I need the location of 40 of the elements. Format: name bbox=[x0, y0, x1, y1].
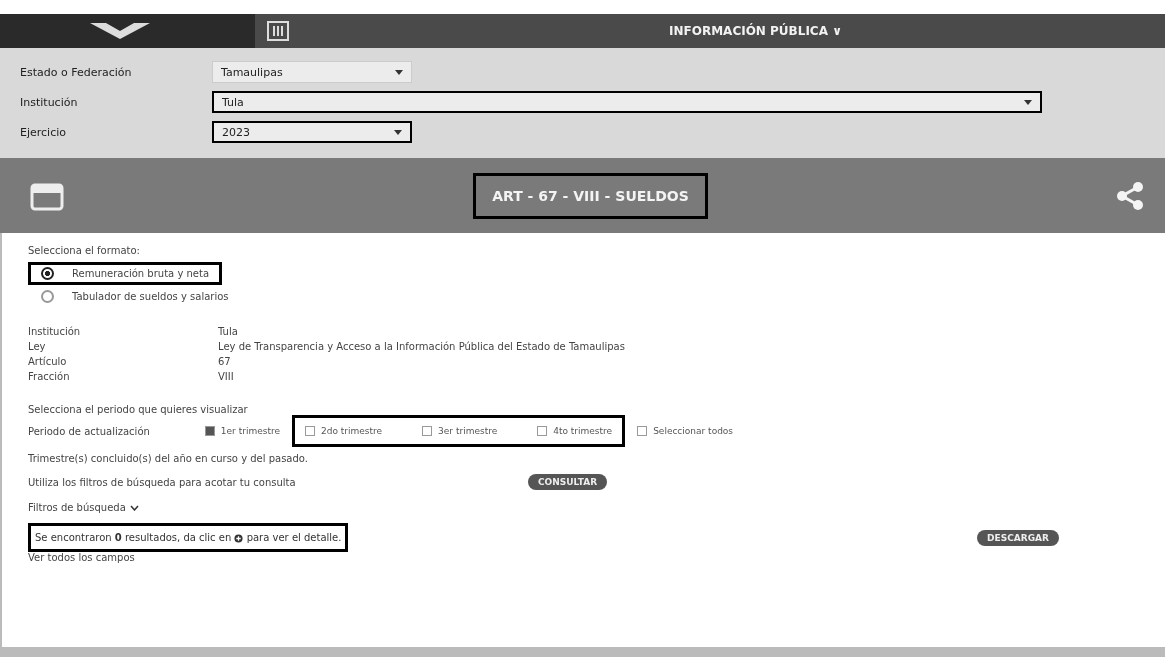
query-hint: Utiliza los filtros de búsqueda para acotar tu consulta bbox=[28, 476, 297, 488]
logo-icon bbox=[90, 21, 150, 41]
select-field[interactable]: Tula bbox=[212, 91, 1042, 113]
results-message: Se encontraron 0 resultados, da clic en para ver el detalle. bbox=[28, 523, 349, 552]
period-checkbox[interactable]: 1er trimestre bbox=[204, 426, 280, 436]
filter-label: Institución bbox=[20, 95, 79, 109]
format-prompt: Selecciona el formato: bbox=[28, 245, 141, 256]
period-checkbox[interactable]: 2do trimestre bbox=[304, 426, 383, 436]
detail-value: Ley de Transparencia y Acceso a la Información Pública del Estado de Tamaulipas bbox=[218, 341, 626, 352]
information-menu[interactable]: INFORMACIÓN PÚBLICA ∨ bbox=[669, 24, 842, 38]
chevron-down-icon bbox=[395, 69, 403, 75]
search-filters-toggle[interactable]: Filtros de búsqueda bbox=[28, 502, 126, 513]
share-icon[interactable] bbox=[1117, 181, 1143, 210]
format-radio-option[interactable]: Tabulador de sueldos y salarios bbox=[28, 285, 242, 308]
period-prompt: Selecciona el periodo que quieres visualizar bbox=[28, 404, 248, 415]
period-checkbox[interactable]: 4to trimestre bbox=[537, 426, 613, 436]
plus-circle-icon bbox=[234, 533, 244, 543]
select-field[interactable]: Tamaulipas bbox=[212, 61, 412, 83]
period-checkbox[interactable]: Seleccionar todos bbox=[637, 426, 734, 436]
consult-button[interactable]: CONSULTAR bbox=[528, 474, 608, 490]
select-field[interactable]: 2023 bbox=[212, 121, 412, 143]
chevron-down-icon bbox=[394, 129, 402, 135]
chevron-down-icon bbox=[1024, 99, 1032, 105]
detail-value: Tula bbox=[218, 326, 239, 337]
view-all-fields-link[interactable]: Ver todos los campos bbox=[28, 552, 135, 563]
period-checkbox[interactable]: 3er trimestre bbox=[422, 426, 498, 436]
period-label: Periodo de actualización bbox=[28, 425, 150, 437]
chevron-down-icon bbox=[129, 504, 139, 511]
format-radio-option[interactable]: Remuneración bruta y neta bbox=[28, 262, 223, 285]
section-title: ART - 67 - VIII - SUELDOS bbox=[473, 172, 708, 219]
detail-value: VIII bbox=[218, 371, 235, 382]
detail-label: Artículo bbox=[28, 356, 68, 367]
period-note: Trimestre(s) concluido(s) del año en curso y del pasado. bbox=[28, 453, 308, 464]
detail-label: Fracción bbox=[28, 371, 71, 382]
detail-label: Institución bbox=[28, 326, 82, 337]
filter-label: Ejercicio bbox=[20, 125, 67, 139]
detail-value: 67 bbox=[218, 356, 232, 367]
download-button[interactable]: DESCARGAR bbox=[977, 529, 1059, 546]
filter-label: Estado o Federación bbox=[20, 65, 133, 79]
detail-label: Ley bbox=[28, 341, 47, 352]
